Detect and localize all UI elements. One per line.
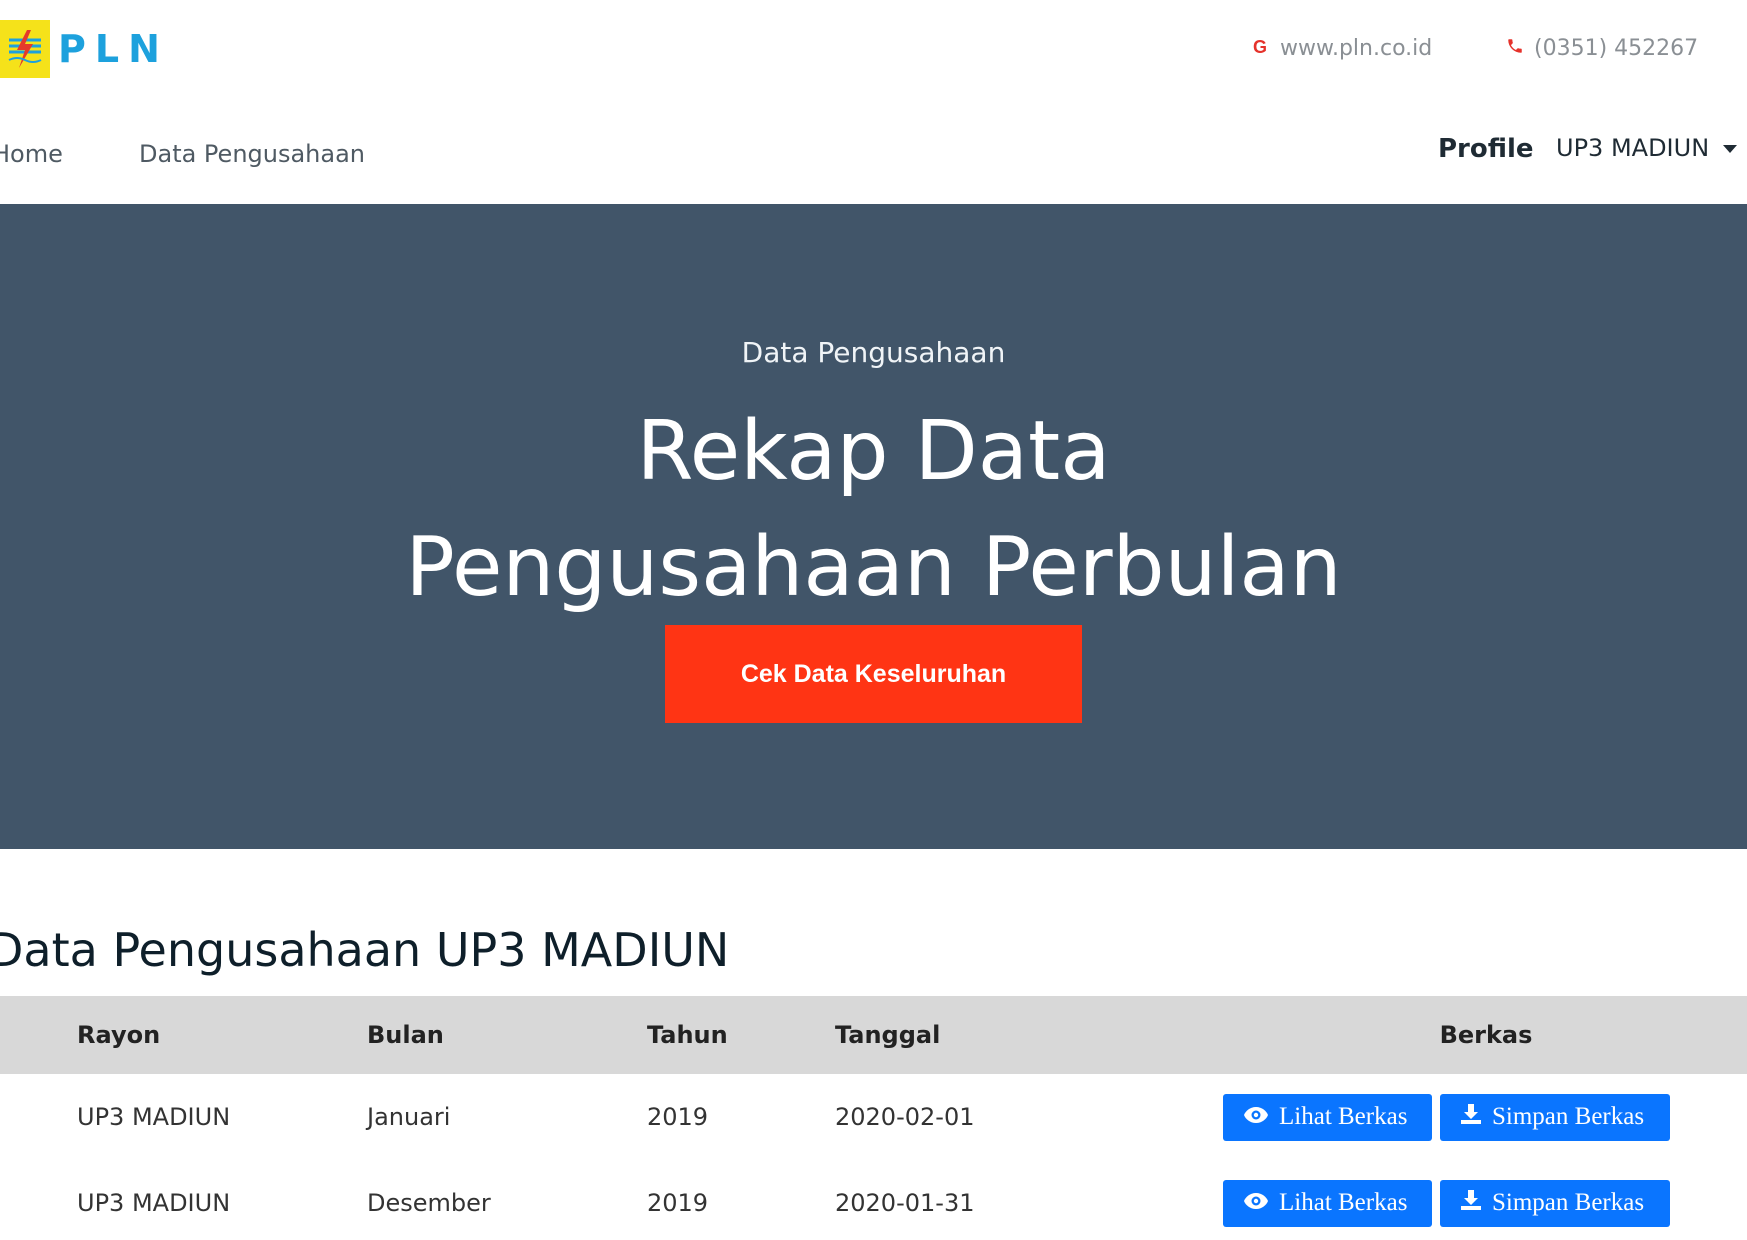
berkas-actions: Lihat Berkas Simpan Berkas — [1223, 1093, 1745, 1141]
main-nav: Home Data Pengusahaan Profile UP3 MADIUN — [0, 104, 1747, 204]
logo[interactable]: PLN — [0, 20, 169, 78]
lihat-berkas-button[interactable]: Lihat Berkas — [1223, 1093, 1432, 1141]
chevron-down-icon — [1723, 145, 1738, 153]
download-icon — [1460, 1103, 1482, 1132]
user-name: UP3 MADIUN — [1556, 134, 1710, 162]
cell-tanggal: 2020-01-31 — [835, 1189, 975, 1217]
hero-title: Rekap Data Pengusahaan Perbulan — [0, 394, 1747, 626]
header-tanggal: Tanggal — [835, 1021, 941, 1049]
data-table: Rayon Bulan Tahun Tanggal Berkas UP3 MAD… — [0, 996, 1747, 1240]
cell-berkas: Lihat Berkas Simpan Berkas — [1223, 1160, 1747, 1240]
hero-kicker: Data Pengusahaan — [741, 336, 1006, 369]
table-header-row: Rayon Bulan Tahun Tanggal Berkas — [0, 996, 1747, 1074]
cek-data-keseluruhan-button[interactable]: Cek Data Keseluruhan — [665, 625, 1082, 723]
header-tahun: Tahun — [647, 1021, 728, 1049]
hero-title-line2: Pengusahaan Perbulan — [405, 520, 1342, 615]
nav-home[interactable]: Home — [0, 140, 63, 168]
top-bar: PLN G www.pln.co.id (0351) 452267 — [0, 0, 1747, 104]
nav-profile[interactable]: Profile — [1438, 134, 1534, 164]
cell-bulan: Desember — [367, 1189, 491, 1217]
simpan-berkas-label: Simpan Berkas — [1492, 1189, 1645, 1216]
cell-rayon: UP3 MADIUN — [77, 1189, 231, 1217]
simpan-berkas-button[interactable]: Simpan Berkas — [1440, 1093, 1670, 1141]
pln-logo-icon — [0, 20, 50, 78]
logo-text: PLN — [58, 27, 169, 71]
phone-contact[interactable]: (0351) 452267 — [1506, 36, 1698, 61]
hero-title-line1: Rekap Data — [636, 404, 1111, 499]
berkas-actions: Lihat Berkas Simpan Berkas — [1223, 1179, 1745, 1227]
website-contact[interactable]: G www.pln.co.id — [1252, 36, 1432, 61]
phone-icon — [1506, 36, 1524, 61]
google-icon: G — [1252, 36, 1270, 61]
cell-bulan: Januari — [367, 1103, 451, 1131]
cell-tahun: 2019 — [647, 1103, 709, 1131]
header-bulan: Bulan — [367, 1021, 444, 1049]
page: PLN G www.pln.co.id (0351) 452267 Home D… — [0, 0, 1747, 1240]
cell-tahun: 2019 — [647, 1189, 709, 1217]
cell-rayon: UP3 MADIUN — [77, 1103, 231, 1131]
lihat-berkas-label: Lihat Berkas — [1279, 1189, 1408, 1216]
nav-data-pengusahaan[interactable]: Data Pengusahaan — [139, 140, 365, 168]
lihat-berkas-button[interactable]: Lihat Berkas — [1223, 1179, 1432, 1227]
header-rayon: Rayon — [77, 1021, 161, 1049]
download-icon — [1460, 1189, 1482, 1218]
section-title: Data Pengusahaan UP3 MADIUN — [0, 923, 730, 977]
eye-icon — [1243, 1189, 1269, 1217]
cell-berkas: Lihat Berkas Simpan Berkas — [1223, 1074, 1747, 1160]
table-row: UP3 MADIUN Januari 2019 2020-02-01 Lihat… — [0, 1074, 1747, 1160]
hero-banner: Data Pengusahaan Rekap Data Pengusahaan … — [0, 204, 1747, 849]
svg-text:G: G — [1253, 37, 1267, 55]
lihat-berkas-label: Lihat Berkas — [1279, 1103, 1408, 1130]
website-link[interactable]: www.pln.co.id — [1280, 36, 1432, 61]
user-dropdown[interactable]: UP3 MADIUN — [1556, 134, 1738, 162]
simpan-berkas-label: Simpan Berkas — [1492, 1103, 1645, 1130]
simpan-berkas-button[interactable]: Simpan Berkas — [1440, 1179, 1670, 1227]
phone-number: (0351) 452267 — [1534, 36, 1699, 61]
table-row: UP3 MADIUN Desember 2019 2020-01-31 Liha… — [0, 1160, 1747, 1240]
eye-icon — [1243, 1103, 1269, 1131]
cell-tanggal: 2020-02-01 — [835, 1103, 975, 1131]
header-berkas: Berkas — [1439, 1021, 1533, 1049]
